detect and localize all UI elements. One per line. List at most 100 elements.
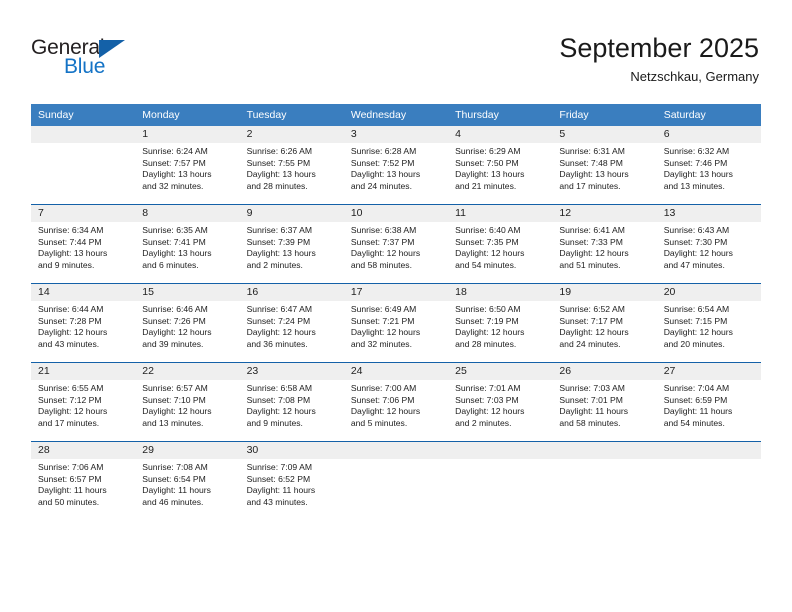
calendar-day-cell[interactable]: 24 Sunrise: 7:00 AM Sunset: 7:06 PM Dayligh… [343, 362, 449, 442]
calendar-day-cell[interactable]: 2 Sunrise: 6:26 AM Sunset: 7:55 PM Daylight… [239, 126, 344, 205]
daylight-text-line1: Daylight: 13 hours [663, 169, 733, 180]
calendar-week-row: 7 Sunrise: 6:34 AM Sunset: 7:44 PM Daylight… [31, 204, 761, 284]
day-cell-inner: 6 Sunrise: 6:32 AM Sunset: 7:46 PM Daylight… [656, 126, 761, 204]
daylight-text-line2: and 17 minutes. [559, 180, 621, 191]
calendar-day-cell[interactable]: 4 Sunrise: 6:29 AM Sunset: 7:50 PM Daylight… [448, 126, 553, 205]
calendar-day-cell[interactable]: 26 Sunrise: 7:03 AM Sunset: 7:01 PM Dayligh… [552, 362, 657, 442]
day-cell-inner [656, 442, 761, 520]
calendar-day-cell[interactable]: 6 Sunrise: 6:32 AM Sunset: 7:46 PM Daylight… [656, 126, 761, 205]
calendar-day-cell[interactable]: 7 Sunrise: 6:34 AM Sunset: 7:44 PM Daylight… [31, 204, 136, 284]
day-number: 17 [343, 284, 449, 301]
sunrise-text: Sunrise: 6:37 AM [246, 225, 313, 235]
sunset-text: Sunset: 6:52 PM [246, 473, 311, 484]
daylight-text-line1: Daylight: 12 hours [350, 406, 421, 417]
calendar-day-cell[interactable]: 3 Sunrise: 6:28 AM Sunset: 7:52 PM Daylight… [343, 126, 449, 205]
sunrise-text: Sunrise: 6:50 AM [455, 304, 521, 314]
calendar-day-cell[interactable]: 20 Sunrise: 6:54 AM Sunset: 7:15 PM Dayligh… [656, 283, 761, 363]
day-details: Sunrise: 6:32 AM Sunset: 7:46 PM Daylight:… [657, 143, 761, 192]
calendar-day-cell[interactable]: 27 Sunrise: 7:04 AM Sunset: 6:59 PM Dayligh… [656, 362, 761, 442]
day-cell-inner: 16 Sunrise: 6:47 AM Sunset: 7:24 PM Dayligh… [239, 284, 344, 362]
day-number: 10 [343, 205, 449, 222]
day-cell-inner: 7 Sunrise: 6:34 AM Sunset: 7:44 PM Daylight… [31, 205, 136, 283]
day-cell-inner: 28 Sunrise: 7:06 AM Sunset: 6:57 PM Dayligh… [31, 442, 136, 520]
day-number: 23 [239, 363, 344, 380]
day-number: 16 [239, 284, 344, 301]
sunrise-text: Sunrise: 6:40 AM [455, 225, 521, 235]
sunrise-text: Sunrise: 7:00 AM [350, 383, 417, 393]
daylight-text-line1: Daylight: 11 hours [38, 485, 107, 496]
day-details: Sunrise: 6:58 AM Sunset: 7:08 PM Daylight:… [240, 380, 344, 429]
day-details: Sunrise: 6:55 AM Sunset: 7:12 PM Daylight:… [31, 380, 135, 429]
calendar-week-row: 1 Sunrise: 6:24 AM Sunset: 7:57 PM Daylight… [31, 126, 761, 205]
day-number: 4 [448, 126, 553, 143]
sunset-text: Sunset: 7:01 PM [559, 394, 623, 405]
calendar-day-cell[interactable]: 22 Sunrise: 6:57 AM Sunset: 7:10 PM Dayligh… [135, 362, 240, 442]
daylight-text-line2: and 17 minutes. [38, 417, 100, 428]
day-number [31, 126, 136, 143]
calendar-day-cell[interactable]: 14 Sunrise: 6:44 AM Sunset: 7:28 PM Dayligh… [31, 283, 136, 363]
sunset-text: Sunset: 7:52 PM [350, 157, 415, 168]
calendar-day-cell[interactable]: 5 Sunrise: 6:31 AM Sunset: 7:48 PM Daylight… [552, 126, 657, 205]
daylight-text-line2: and 50 minutes. [38, 496, 100, 507]
calendar-day-cell[interactable]: 28 Sunrise: 7:06 AM Sunset: 6:57 PM Dayligh… [31, 441, 136, 520]
calendar-day-cell[interactable]: 17 Sunrise: 6:49 AM Sunset: 7:21 PM Dayligh… [343, 283, 449, 363]
day-cell-inner: 23 Sunrise: 6:58 AM Sunset: 7:08 PM Dayligh… [239, 363, 344, 441]
daylight-text-line2: and 13 minutes. [142, 417, 204, 428]
sunrise-text: Sunrise: 6:26 AM [246, 146, 313, 156]
weekday-headers: Sunday Monday Tuesday Wednesday Thursday Frid… [31, 104, 761, 126]
calendar-day-cell[interactable]: 13 Sunrise: 6:43 AM Sunset: 7:30 PM Dayligh… [656, 204, 761, 284]
day-cell-inner: 15 Sunrise: 6:46 AM Sunset: 7:26 PM Dayligh… [135, 284, 240, 362]
sunrise-text: Sunrise: 6:32 AM [663, 146, 730, 156]
weekday-header-tuesday: Tuesday [239, 104, 344, 126]
calendar-day-cell[interactable]: 19 Sunrise: 6:52 AM Sunset: 7:17 PM Dayligh… [552, 283, 657, 363]
calendar-day-cell[interactable]: 8 Sunrise: 6:35 AM Sunset: 7:41 PM Daylight… [135, 204, 240, 284]
day-number: 3 [343, 126, 449, 143]
sunset-text: Sunset: 7:33 PM [559, 236, 623, 247]
calendar-empty-cell [31, 126, 136, 205]
sunset-text: Sunset: 7:10 PM [142, 394, 206, 405]
calendar-day-cell[interactable]: 1 Sunrise: 6:24 AM Sunset: 7:57 PM Daylight… [135, 126, 240, 205]
day-details: Sunrise: 6:57 AM Sunset: 7:10 PM Daylight:… [135, 380, 239, 429]
sunrise-text: Sunrise: 6:55 AM [38, 383, 104, 393]
calendar-day-cell[interactable]: 15 Sunrise: 6:46 AM Sunset: 7:26 PM Dayligh… [135, 283, 240, 363]
day-number: 5 [552, 126, 657, 143]
calendar-day-cell[interactable]: 16 Sunrise: 6:47 AM Sunset: 7:24 PM Dayligh… [239, 283, 344, 363]
day-details: Sunrise: 6:50 AM Sunset: 7:19 PM Daylight:… [448, 301, 552, 350]
calendar-day-cell[interactable]: 25 Sunrise: 7:01 AM Sunset: 7:03 PM Dayligh… [448, 362, 553, 442]
day-cell-inner: 25 Sunrise: 7:01 AM Sunset: 7:03 PM Dayligh… [448, 363, 553, 441]
day-number: 20 [656, 284, 761, 301]
calendar-day-cell[interactable]: 12 Sunrise: 6:41 AM Sunset: 7:33 PM Dayligh… [552, 204, 657, 284]
daylight-text-line2: and 58 minutes. [559, 417, 621, 428]
calendar-day-cell[interactable]: 9 Sunrise: 6:37 AM Sunset: 7:39 PM Daylight… [239, 204, 344, 284]
daylight-text-line2: and 32 minutes. [350, 338, 412, 349]
calendar-day-cell[interactable]: 30 Sunrise: 7:09 AM Sunset: 6:52 PM Dayligh… [239, 441, 344, 520]
sunrise-text: Sunrise: 6:58 AM [246, 383, 313, 393]
day-details: Sunrise: 6:24 AM Sunset: 7:57 PM Daylight:… [135, 143, 239, 192]
daylight-text-line2: and 43 minutes. [38, 338, 100, 349]
calendar-day-cell[interactable]: 29 Sunrise: 7:08 AM Sunset: 6:54 PM Dayligh… [135, 441, 240, 520]
sunrise-text: Sunrise: 6:29 AM [455, 146, 521, 156]
sunset-text: Sunset: 6:59 PM [663, 394, 728, 405]
sunrise-text: Sunrise: 6:38 AM [350, 225, 417, 235]
sunset-text: Sunset: 7:37 PM [350, 236, 415, 247]
calendar-day-cell[interactable]: 18 Sunrise: 6:50 AM Sunset: 7:19 PM Dayligh… [448, 283, 553, 363]
generalblue-logo: General Blue [31, 36, 171, 84]
day-cell-inner: 24 Sunrise: 7:00 AM Sunset: 7:06 PM Dayligh… [343, 363, 449, 441]
weekday-header-wednesday: Wednesday [343, 104, 449, 126]
sunrise-text: Sunrise: 7:03 AM [559, 383, 625, 393]
sunrise-text: Sunrise: 6:43 AM [663, 225, 730, 235]
day-cell-inner: 10 Sunrise: 6:38 AM Sunset: 7:37 PM Dayligh… [343, 205, 449, 283]
sunset-text: Sunset: 7:46 PM [663, 157, 728, 168]
day-details: Sunrise: 6:52 AM Sunset: 7:17 PM Daylight:… [552, 301, 656, 350]
calendar-day-cell[interactable]: 10 Sunrise: 6:38 AM Sunset: 7:37 PM Dayligh… [343, 204, 449, 284]
daylight-text-line1: Daylight: 12 hours [455, 248, 525, 259]
sunset-text: Sunset: 7:30 PM [663, 236, 728, 247]
day-cell-inner: 27 Sunrise: 7:04 AM Sunset: 6:59 PM Dayligh… [656, 363, 761, 441]
calendar-day-cell[interactable]: 11 Sunrise: 6:40 AM Sunset: 7:35 PM Dayligh… [448, 204, 553, 284]
sunrise-text: Sunrise: 6:24 AM [142, 146, 208, 156]
day-number: 13 [656, 205, 761, 222]
day-details: Sunrise: 6:54 AM Sunset: 7:15 PM Daylight:… [657, 301, 761, 350]
daylight-text-line1: Daylight: 13 hours [142, 169, 212, 180]
calendar-day-cell[interactable]: 21 Sunrise: 6:55 AM Sunset: 7:12 PM Dayligh… [31, 362, 136, 442]
calendar-day-cell[interactable]: 23 Sunrise: 6:58 AM Sunset: 7:08 PM Dayligh… [239, 362, 344, 442]
